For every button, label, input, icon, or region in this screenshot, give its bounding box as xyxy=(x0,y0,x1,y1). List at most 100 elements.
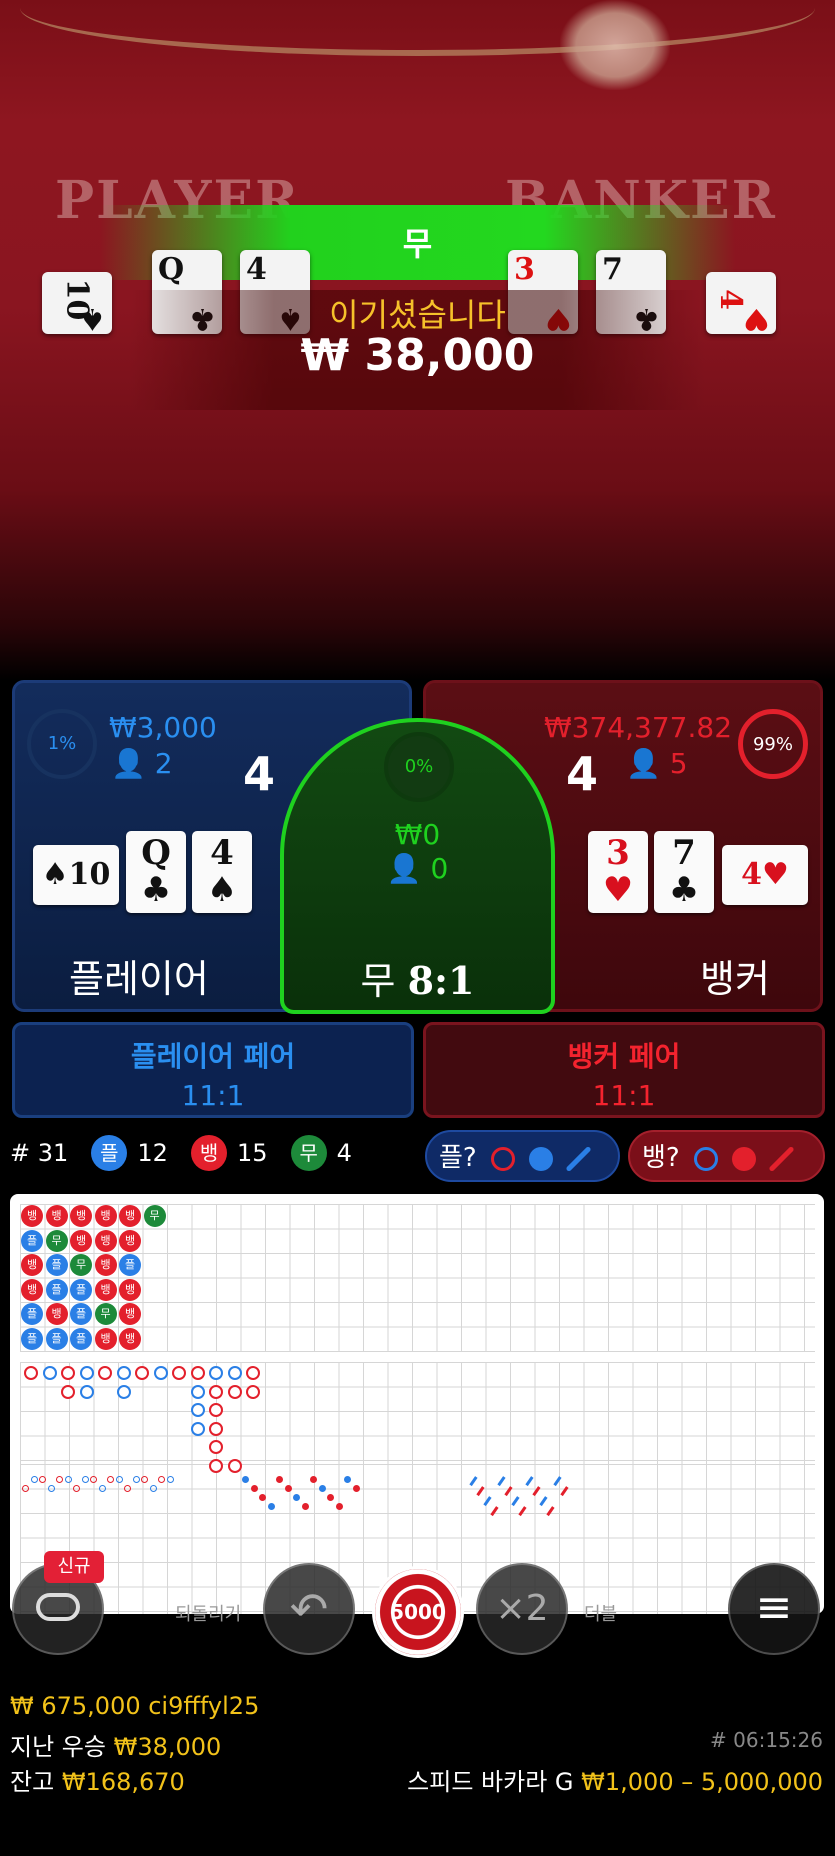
big-eye-mark xyxy=(132,1476,140,1483)
table-arc xyxy=(20,0,815,56)
banker-bet-amount: ₩374,377.82 xyxy=(544,711,733,744)
bead-road-result: 뱅 xyxy=(94,1205,117,1227)
player-bet-amount: ₩3,000 xyxy=(109,711,217,744)
undo-label: 되돌리기 xyxy=(175,1604,242,1625)
bead-road-result: 플 xyxy=(21,1327,43,1350)
roadmap[interactable]: 뱅플뱅뱅플플뱅무플플뱅플뱅뱅무플플플뱅뱅뱅뱅무뱅뱅뱅플뱅뱅뱅무 xyxy=(10,1194,824,1614)
table-info: 스피드 바카라 G ₩1,000 – 5,000,000 xyxy=(407,1768,823,1796)
undo-icon: ↶ xyxy=(289,1582,329,1636)
big-road-mark xyxy=(116,1366,131,1380)
player-percent-gauge: 1% xyxy=(27,709,97,779)
big-eye-icon xyxy=(694,1146,718,1171)
person-icon: 👤 xyxy=(111,747,146,780)
bead-road-result: 뱅 xyxy=(94,1278,117,1301)
bead-road xyxy=(20,1204,815,1352)
small-road-mark xyxy=(276,1476,283,1483)
big-eye-mark xyxy=(73,1485,80,1492)
bead-road-result: 플 xyxy=(119,1254,141,1276)
banker-card-3: 4♥ xyxy=(722,845,808,905)
bead-road-result: 플 xyxy=(70,1327,92,1350)
bead-road-result: 플 xyxy=(45,1278,68,1301)
big-eye-mark xyxy=(30,1476,38,1483)
small-road-mark xyxy=(318,1485,326,1492)
tie-label: 무 8:1 xyxy=(360,958,475,1003)
big-road-mark xyxy=(209,1421,223,1436)
result-banner-text: 무 xyxy=(402,225,433,263)
bead-road-result: 뱅 xyxy=(21,1278,43,1301)
big-road-mark xyxy=(190,1421,205,1436)
banker-pair-bet[interactable]: 뱅커 페어 11:1 xyxy=(423,1022,825,1118)
tie-percent-gauge: 0% xyxy=(384,732,454,802)
big-road-mark xyxy=(153,1366,168,1380)
bead-road-result: 무 xyxy=(45,1229,68,1252)
table-icon xyxy=(36,1593,80,1621)
big-eye-mark xyxy=(56,1476,63,1483)
big-eye-mark xyxy=(47,1485,55,1492)
round-number: # 31 xyxy=(10,1139,69,1167)
menu-button[interactable]: ≡ xyxy=(728,1563,820,1655)
bead-road-result: 플 xyxy=(70,1303,92,1325)
big-road-mark xyxy=(227,1458,242,1473)
bead-road-result: 뱅 xyxy=(119,1327,141,1350)
bead-road-result: 무 xyxy=(70,1254,92,1276)
bead-road-result: 뱅 xyxy=(119,1278,141,1301)
small-road-mark xyxy=(344,1476,351,1483)
bead-road-result: 뱅 xyxy=(119,1205,141,1227)
bead-road-result: 뱅 xyxy=(21,1205,43,1227)
big-road-mark xyxy=(172,1366,186,1380)
banker-bettors: 👤 5 xyxy=(626,747,688,780)
player-card-1: ♠10 xyxy=(33,845,119,905)
big-road-mark xyxy=(227,1366,242,1380)
bead-road-result: 무 xyxy=(94,1303,117,1325)
big-eye-mark xyxy=(158,1476,165,1483)
bead-road-result: 플 xyxy=(70,1278,92,1301)
chip-selector[interactable]: 5000 xyxy=(372,1566,464,1658)
banker-predict-button[interactable]: 뱅? xyxy=(628,1130,825,1182)
player-pair-odds: 11:1 xyxy=(181,1079,245,1112)
big-road-mark xyxy=(190,1384,205,1399)
double-button[interactable]: ×2 xyxy=(476,1563,568,1655)
player-card-3: 4 ♠ xyxy=(192,831,252,913)
big-eye-mark xyxy=(39,1476,46,1483)
big-road-mark xyxy=(209,1458,223,1473)
player-predict-button[interactable]: 플? xyxy=(425,1130,620,1182)
bead-road-result: 뱅 xyxy=(70,1205,92,1227)
tie-count: 4 xyxy=(336,1139,352,1167)
banker-card-2: 7 ♣ xyxy=(654,831,714,913)
tie-stat-dot: 무 xyxy=(290,1135,327,1171)
big-road-mark xyxy=(116,1384,131,1399)
bead-road-result: 뱅 xyxy=(45,1205,68,1227)
undo-button[interactable]: ↶ xyxy=(263,1563,355,1655)
win-amount: ₩ 38,000 xyxy=(300,330,535,381)
dealer-hand xyxy=(560,0,670,90)
small-road-mark xyxy=(352,1485,360,1492)
small-road-icon xyxy=(732,1146,757,1171)
big-eye-mark xyxy=(107,1476,114,1483)
small-road-mark xyxy=(301,1503,309,1510)
big-road-mark xyxy=(209,1440,223,1454)
bead-road-result: 무 xyxy=(143,1205,166,1227)
small-road-mark xyxy=(284,1485,292,1492)
player-win-count: 12 xyxy=(137,1139,168,1167)
live-video: PLAYER BANKER 무 10♠ Q♣ 4♠ 3♥ 7♣ 4♥ 이기셨습니… xyxy=(0,0,835,680)
player-pair-bet[interactable]: 플레이어 페어 11:1 xyxy=(12,1022,414,1118)
big-road-mark xyxy=(246,1366,260,1380)
big-road-mark xyxy=(209,1403,223,1417)
big-eye-mark xyxy=(90,1476,97,1483)
banker-card-1: 3 ♥ xyxy=(588,831,648,913)
bead-road-result: 뱅 xyxy=(94,1229,117,1252)
small-road-mark xyxy=(250,1485,258,1492)
bead-road-result: 뱅 xyxy=(70,1229,92,1252)
tie-bet-amount: ₩0 xyxy=(394,818,441,851)
tie-bet-spot[interactable]: 0% ₩0 👤 0 무 8:1 xyxy=(280,718,555,1014)
bead-road-result: 뱅 xyxy=(21,1254,43,1276)
small-road-mark xyxy=(259,1494,266,1501)
small-road-mark xyxy=(242,1476,249,1483)
player-bettors: 👤 2 xyxy=(111,747,173,780)
bead-road-result: 플 xyxy=(45,1327,68,1350)
game-id: # 06:15:26 xyxy=(710,1728,823,1752)
big-road-mark xyxy=(24,1366,38,1380)
banker-pair-title: 뱅커 페어 xyxy=(567,1040,681,1073)
banker-win-count: 15 xyxy=(237,1139,268,1167)
tie-odds: 8:1 xyxy=(407,958,475,1003)
